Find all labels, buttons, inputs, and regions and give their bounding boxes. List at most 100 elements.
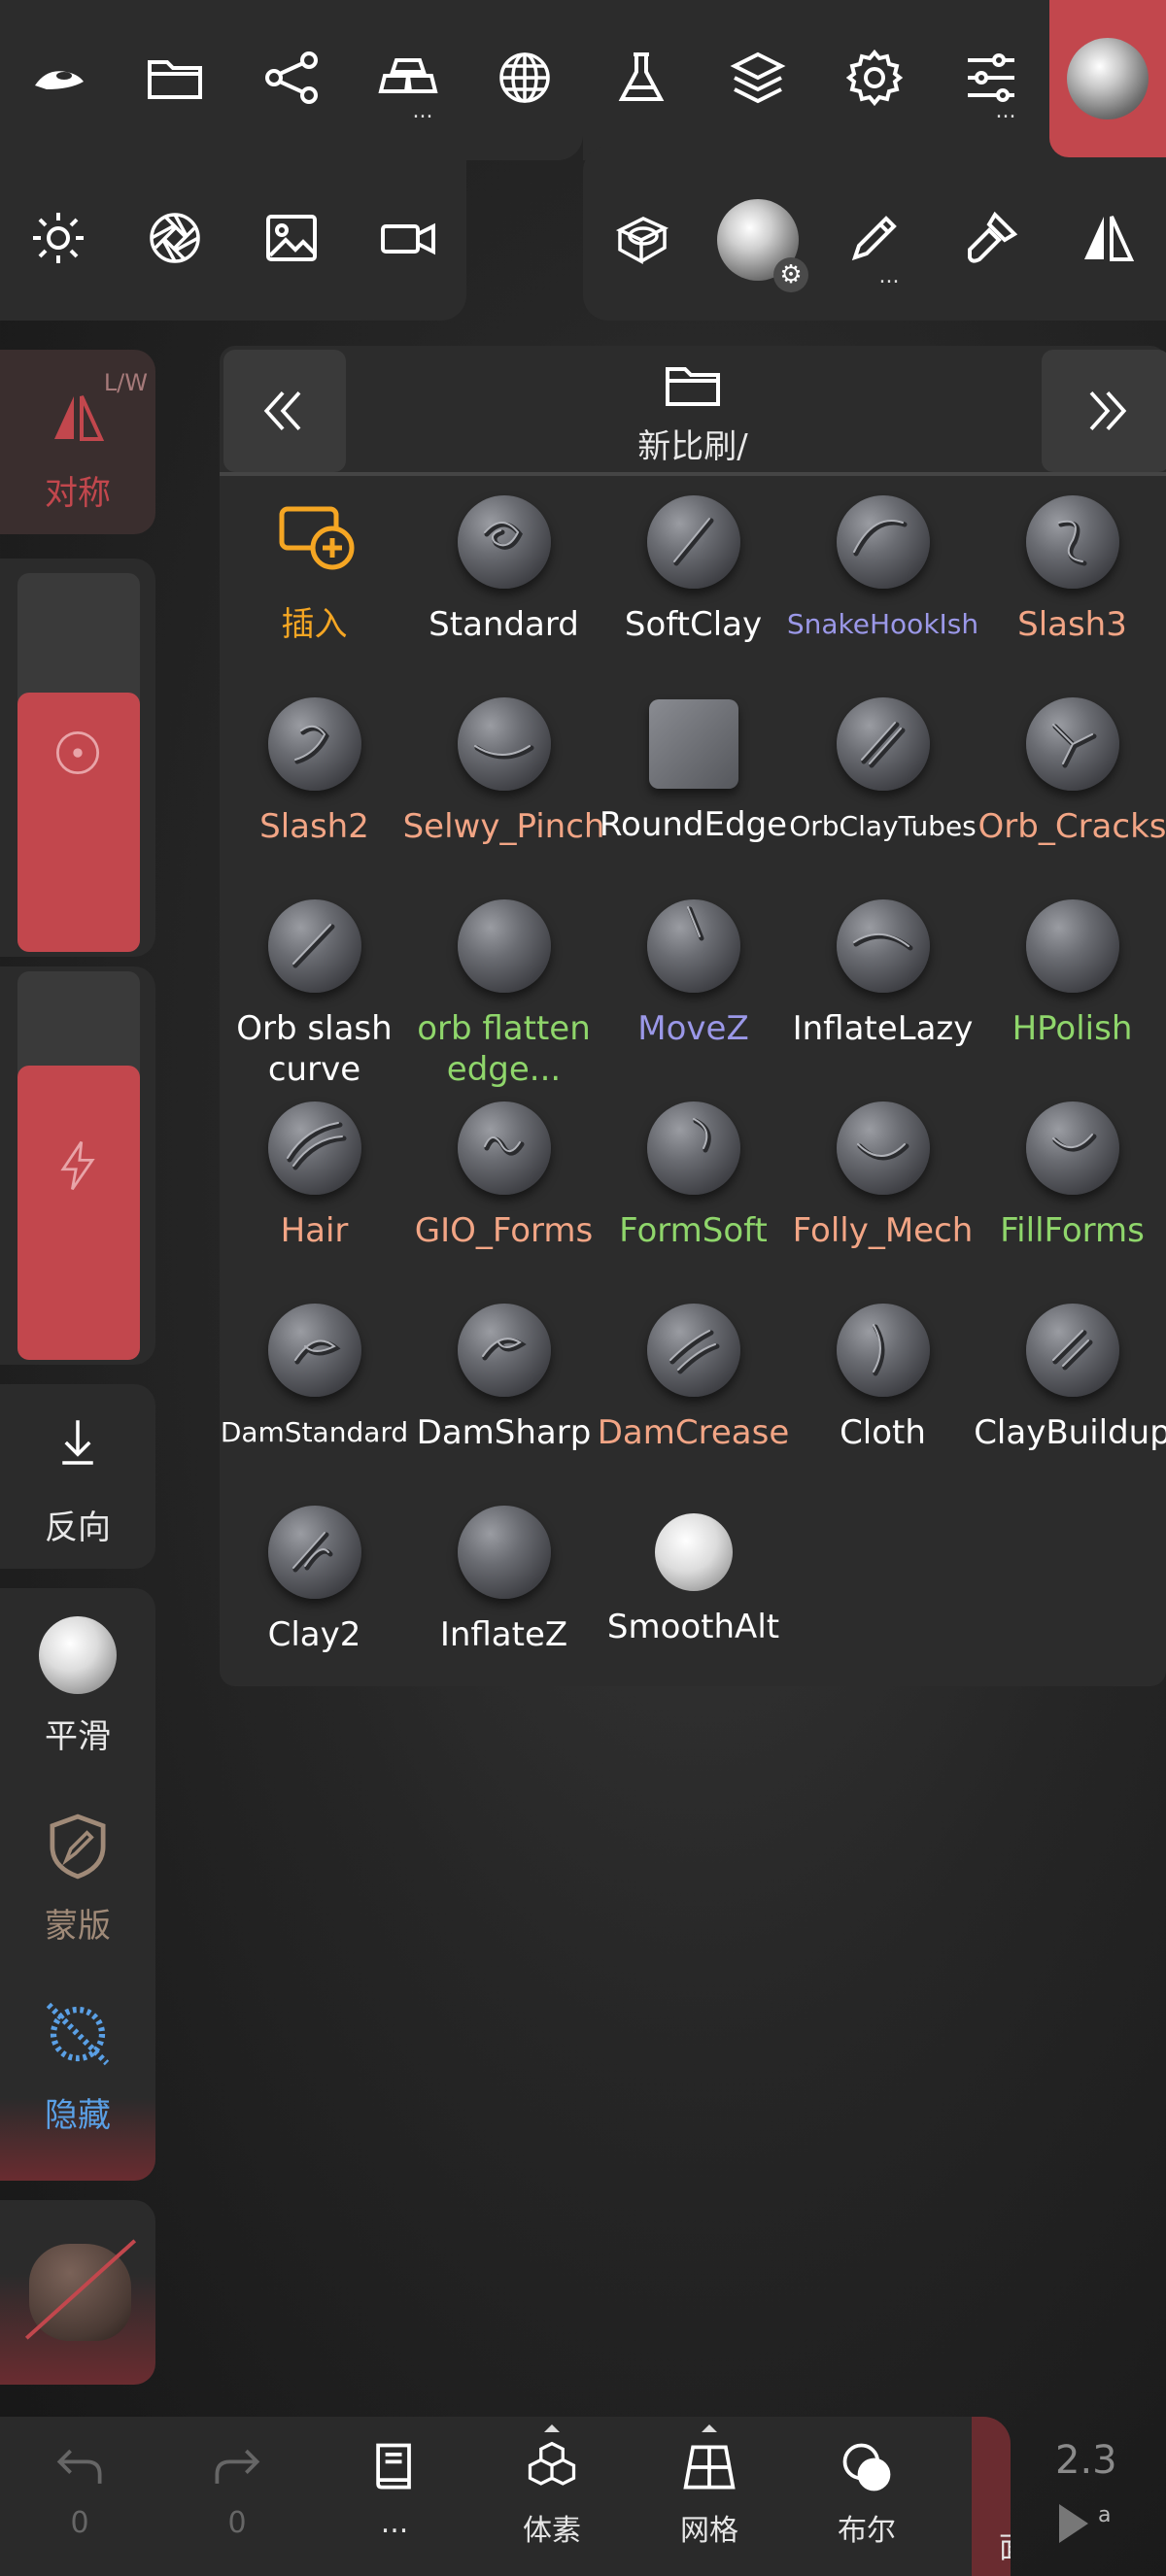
brush-item[interactable]: FormSoft: [599, 1098, 788, 1292]
brush-thumbnail: [646, 1304, 740, 1397]
hide-dotted-icon: [46, 2002, 110, 2066]
object-thumbnail[interactable]: [0, 2200, 155, 2385]
brush-thumbnail: [646, 1102, 740, 1195]
brush-item[interactable]: InflateLazy: [788, 896, 977, 1090]
brush-name: ClayBuildup: [974, 1413, 1166, 1452]
arrow-down-icon: [62, 1420, 93, 1465]
intensity-slider-fill[interactable]: [17, 1066, 140, 1360]
small-gear-icon: ⚙: [773, 257, 808, 292]
brush-item[interactable]: RoundEdge: [599, 694, 788, 888]
brush-thumbnail: [648, 699, 738, 789]
brush-name: SoftClay: [624, 605, 763, 644]
mesh-label: 网格: [680, 2514, 738, 2548]
brush-item[interactable]: OrbClayTubes: [788, 694, 977, 888]
voxel-caret-icon: [544, 2424, 560, 2432]
symmetry-button[interactable]: L/W 对称: [0, 350, 155, 534]
brush-item[interactable]: Selwy_Pinch: [403, 694, 604, 888]
brush-thumbnail: [1025, 1304, 1119, 1397]
brush-item[interactable]: GIO_Forms: [409, 1098, 599, 1292]
image-icon[interactable]: [243, 189, 340, 287]
brush-item[interactable]: Hair: [220, 1098, 409, 1292]
gear-icon[interactable]: [826, 29, 923, 126]
brush-thumbnail: [1025, 899, 1119, 993]
brush-thumbnail: [457, 697, 551, 791]
radius-icon: [55, 730, 100, 775]
brush-name: Selwy_Pinch: [402, 807, 605, 846]
matcap-ball-icon[interactable]: [1049, 0, 1166, 157]
hide-button[interactable]: 隐藏: [0, 1991, 155, 2147]
brush-thumbnail: [267, 697, 361, 791]
brush-item[interactable]: MoveZ: [599, 896, 788, 1090]
brush-item[interactable]: FillForms: [977, 1098, 1166, 1292]
brush-item[interactable]: Clay2: [220, 1502, 409, 1696]
reverse-label: 反向: [45, 1508, 111, 1547]
sphere-mesh-icon[interactable]: [476, 29, 573, 126]
brush-item[interactable]: Standard: [409, 491, 599, 686]
undo-button[interactable]: 0: [21, 2438, 138, 2540]
logo-icon[interactable]: [10, 29, 107, 126]
boolean-button[interactable]: 布尔: [808, 2438, 925, 2549]
voxel-button[interactable]: 体素: [494, 2424, 610, 2549]
share-graph-icon[interactable]: [243, 29, 340, 126]
smooth-ball-icon: [39, 1616, 117, 1694]
play-badge-icon[interactable]: a: [1055, 2496, 1123, 2551]
sun-icon[interactable]: [10, 189, 107, 287]
brush-item[interactable]: SmoothAlt: [599, 1502, 788, 1696]
boolean-label: 布尔: [838, 2514, 896, 2548]
edge-tab[interactable]: 面: [972, 2417, 1011, 2576]
wireframe-box-icon[interactable]: [593, 189, 690, 287]
aperture-icon[interactable]: [126, 189, 223, 287]
brush-item[interactable]: Slash3: [977, 491, 1166, 686]
symmetry-icon[interactable]: [1059, 189, 1156, 287]
brush-item[interactable]: Slash2: [220, 694, 409, 888]
symmetry-label: 对称: [45, 474, 111, 513]
layers-icon[interactable]: [709, 29, 806, 126]
undo-count: 0: [70, 2506, 89, 2540]
brush-item[interactable]: SnakeHookIsh: [787, 491, 978, 686]
voxel-label: 体素: [523, 2514, 581, 2548]
edge-label: 面: [999, 2524, 1011, 2566]
brush-name: OrbClayTubes: [789, 810, 977, 842]
book-button[interactable]: ...: [336, 2438, 453, 2540]
brush-thumbnail: [1025, 697, 1119, 791]
redo-button[interactable]: 0: [179, 2438, 295, 2540]
mask-button[interactable]: 蒙版: [0, 1802, 155, 1957]
smooth-button[interactable]: 平滑: [0, 1603, 155, 1758]
folder-icon[interactable]: [126, 29, 223, 126]
brush-item[interactable]: Cloth: [788, 1300, 977, 1494]
brush-item[interactable]: ClayBuildup: [974, 1300, 1166, 1494]
brush-thumbnail: [1025, 495, 1119, 589]
sliders-more: ...: [995, 99, 1016, 123]
brush-item[interactable]: HPolish: [977, 896, 1166, 1090]
brush-item[interactable]: Folly_Mech: [788, 1098, 977, 1292]
brush-item[interactable]: SoftClay: [599, 491, 788, 686]
brush-name: RoundEdge: [599, 805, 788, 844]
brush-item[interactable]: orb flatten edge...: [409, 896, 599, 1090]
hide-label: 隐藏: [45, 2096, 111, 2135]
brush-item[interactable]: InflateZ: [409, 1502, 599, 1696]
reverse-button[interactable]: 反向: [0, 1384, 155, 1569]
next-folder-button[interactable]: [1042, 350, 1166, 472]
brush-name: InflateLazy: [792, 1009, 974, 1048]
mesh-button[interactable]: 网格: [651, 2424, 768, 2549]
brush-name: HPolish: [1012, 1009, 1133, 1048]
boolean-circles-icon: [842, 2443, 891, 2491]
redo-count: 0: [227, 2506, 247, 2540]
video-camera-icon[interactable]: [360, 189, 457, 287]
brush-name: Hair: [280, 1211, 349, 1250]
folder-title: 新比刷/: [637, 427, 748, 466]
brush-item[interactable]: Orb slash curve: [220, 896, 409, 1090]
brush-thumbnail: [457, 899, 551, 993]
brush-item[interactable]: DamStandard: [220, 1300, 409, 1494]
brush-thumbnail: [836, 1102, 930, 1195]
version-label: 2.3: [1055, 2438, 1117, 2483]
material-ball-icon[interactable]: ⚙: [717, 199, 808, 292]
flask-icon[interactable]: [593, 29, 690, 126]
brush-name: 插入: [281, 605, 348, 644]
brush-item[interactable]: Orb_Cracks: [977, 694, 1166, 888]
paint-brush-icon[interactable]: [943, 189, 1040, 287]
brush-item[interactable]: DamSharp: [409, 1300, 599, 1494]
brush-name: Slash2: [259, 807, 369, 846]
brush-item[interactable]: 插入: [220, 491, 409, 686]
brush-item[interactable]: DamCrease: [598, 1300, 789, 1494]
